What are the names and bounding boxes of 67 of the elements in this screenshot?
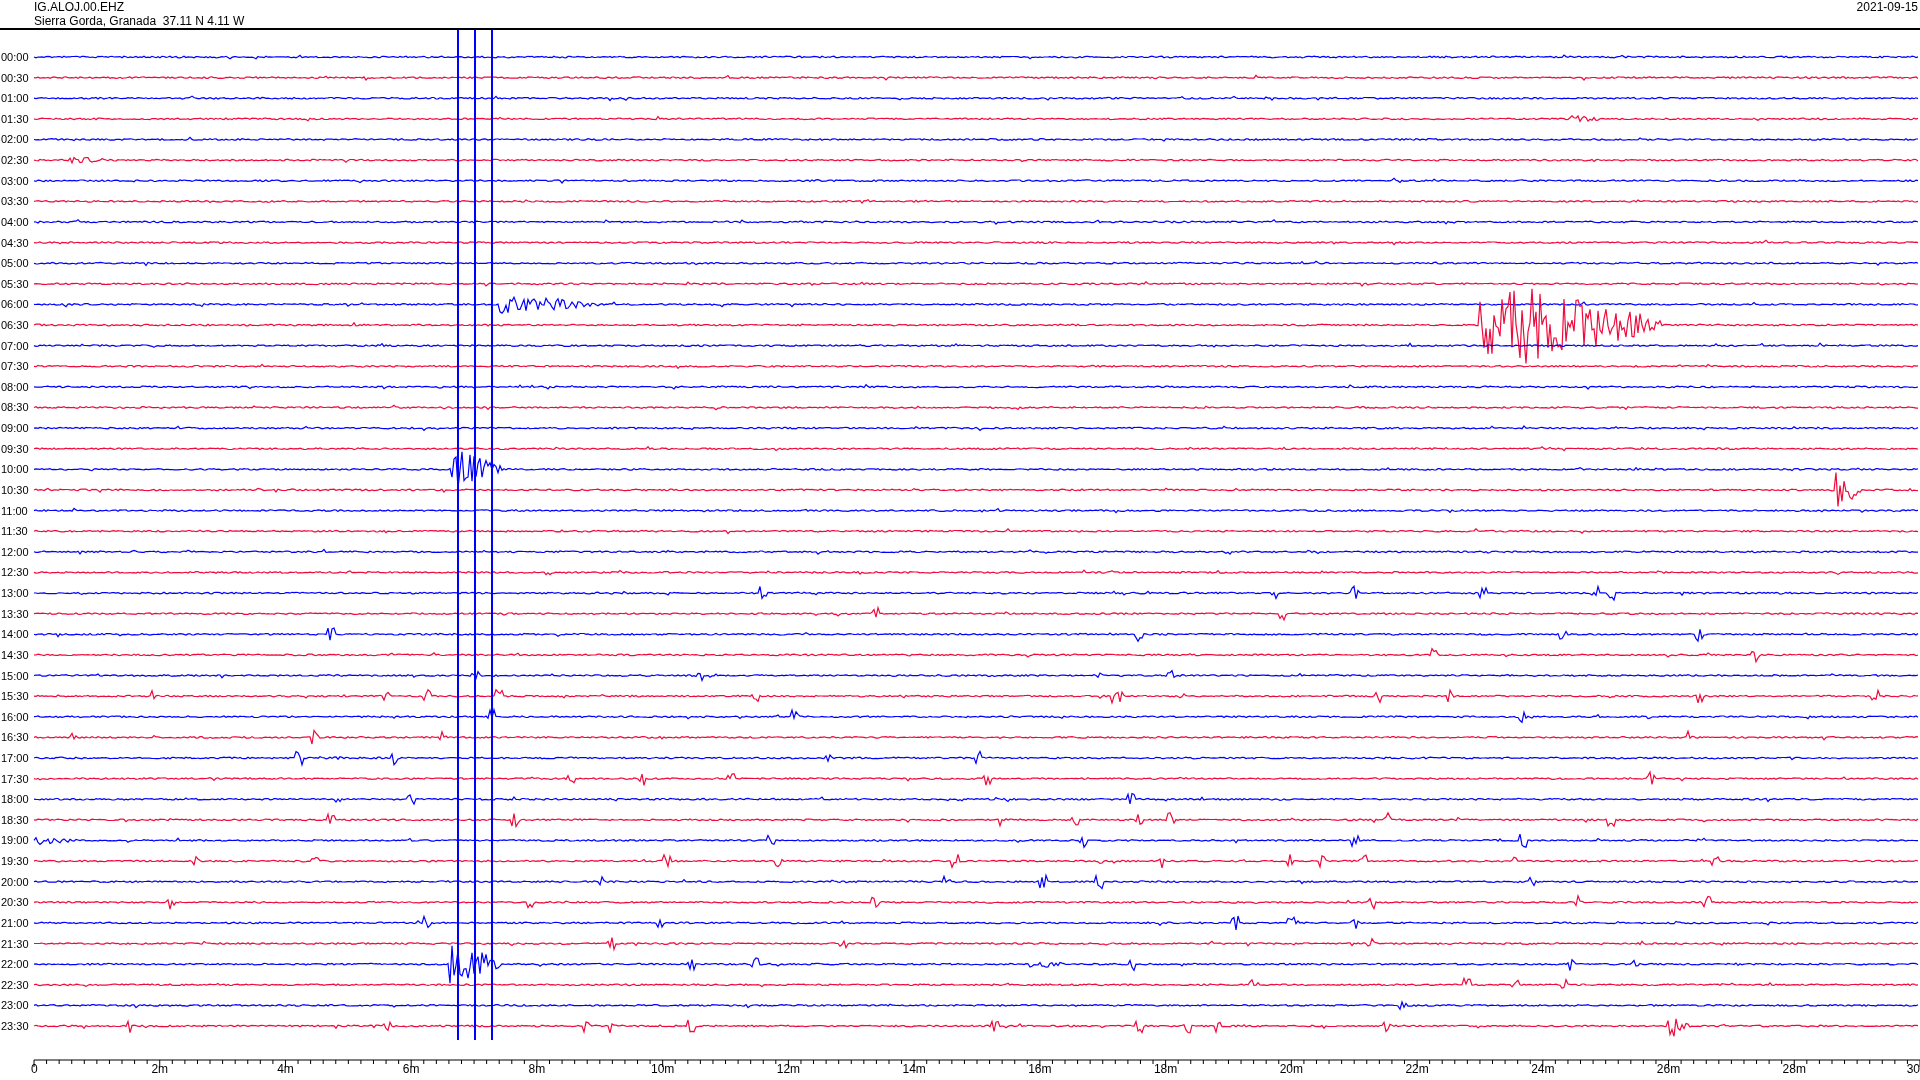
- time-label: 03:00: [1, 174, 29, 187]
- time-label: 15:30: [1, 690, 29, 703]
- time-label: 21:00: [1, 916, 29, 929]
- time-label: 19:00: [1, 834, 29, 847]
- time-label: 09:00: [1, 422, 29, 435]
- time-label: 07:30: [1, 360, 29, 373]
- time-label: 07:00: [1, 339, 29, 352]
- time-label: 13:00: [1, 587, 29, 600]
- axis-label: 24m: [1531, 1062, 1555, 1076]
- time-label: 20:30: [1, 896, 29, 909]
- time-label: 01:30: [1, 112, 29, 125]
- time-label: 21:30: [1, 937, 29, 950]
- time-label: 19:30: [1, 855, 29, 868]
- time-label: 09:30: [1, 442, 29, 455]
- time-label: 11:30: [1, 525, 28, 538]
- time-label: 12:30: [1, 566, 29, 579]
- axis-label: 18m: [1153, 1062, 1178, 1076]
- axis-label: 2m: [151, 1062, 169, 1076]
- date-label: 2021-09-15: [1856, 0, 1918, 14]
- time-label: 04:30: [1, 236, 29, 249]
- time-label: 22:30: [1, 978, 29, 991]
- time-label: 11:00: [1, 504, 28, 517]
- time-label: 12:00: [1, 545, 29, 558]
- axis-label: 26m: [1656, 1062, 1681, 1076]
- axis-label: 22m: [1405, 1062, 1429, 1076]
- axis-label: 6m: [402, 1062, 420, 1076]
- axis-label: 14m: [902, 1062, 926, 1076]
- time-label: 05:30: [1, 277, 29, 290]
- axis-label: 8m: [528, 1062, 546, 1076]
- axis-label: 12m: [776, 1062, 801, 1076]
- time-label: 01:00: [1, 92, 29, 105]
- time-label: 16:00: [1, 710, 29, 723]
- time-label: 10:30: [1, 483, 29, 496]
- time-label: 17:00: [1, 752, 29, 764]
- axis-label: 20m: [1279, 1062, 1303, 1076]
- time-label: 23:30: [1, 1020, 29, 1032]
- axis-label: 10m: [651, 1062, 675, 1076]
- time-label: 18:00: [1, 793, 29, 806]
- time-label: 14:30: [1, 648, 29, 661]
- time-label: 04:00: [1, 215, 29, 228]
- station-location: Sierra Gorda, Granada 37.11 N 4.11 W: [34, 14, 245, 28]
- axis-label: 0: [31, 1062, 38, 1076]
- time-label: 13:30: [1, 607, 29, 620]
- time-label: 02:30: [1, 154, 29, 167]
- time-label: 14:00: [1, 628, 29, 641]
- time-label: 05:00: [1, 257, 29, 270]
- time-label: 08:30: [1, 401, 29, 414]
- time-label: 17:30: [1, 772, 29, 785]
- axis-label: 16m: [1028, 1062, 1052, 1076]
- time-label: 23:00: [1, 999, 29, 1012]
- time-label: 18:30: [1, 813, 29, 826]
- time-label: 15:00: [1, 669, 29, 682]
- axis-label: 30: [1906, 1062, 1920, 1076]
- time-label: 03:30: [1, 195, 29, 208]
- time-label: 10:00: [1, 463, 29, 476]
- time-label: 08:00: [1, 380, 29, 393]
- time-label: 16:30: [1, 731, 29, 744]
- station-code: IG.ALOJ.00.EHZ: [34, 0, 126, 14]
- time-label: 00:30: [1, 71, 29, 84]
- time-label: 06:30: [1, 319, 29, 331]
- axis-label: 28m: [1782, 1062, 1806, 1076]
- time-label: 22:00: [1, 958, 29, 971]
- time-label: 02:00: [1, 133, 29, 146]
- time-label: 20:00: [1, 875, 29, 888]
- axis-label: 4m: [277, 1062, 294, 1076]
- time-label: 00:00: [1, 51, 29, 63]
- time-label: 06:00: [1, 298, 29, 311]
